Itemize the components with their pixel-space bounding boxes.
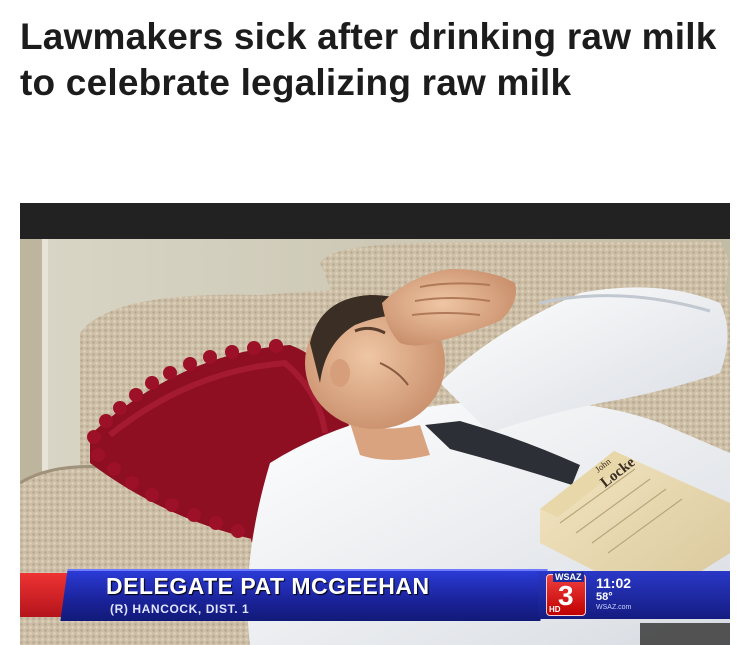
station-website: WSAZ.com xyxy=(596,604,632,611)
hd-label: HD xyxy=(549,605,561,614)
station-bug: WSAZ 3 HD 11:02 58° WSAZ.com xyxy=(538,571,730,619)
station-logo-icon: WSAZ 3 HD xyxy=(546,572,586,616)
broadcast-time: 11:02 xyxy=(596,575,632,591)
headline: Lawmakers sick after drinking raw milk t… xyxy=(20,16,717,103)
photo-top-band xyxy=(20,203,730,239)
news-photo: John Locke DELEGATE PAT MCGEEHAN (R) HAN… xyxy=(20,203,730,645)
lower-third-subtitle: (R) HANCOCK, DIST. 1 xyxy=(110,602,250,616)
news-lower-third: DELEGATE PAT MCGEEHAN (R) HANCOCK, DIST.… xyxy=(20,569,730,621)
lower-third-name: DELEGATE PAT MCGEEHAN xyxy=(106,573,430,599)
temperature: 58° xyxy=(596,591,613,603)
